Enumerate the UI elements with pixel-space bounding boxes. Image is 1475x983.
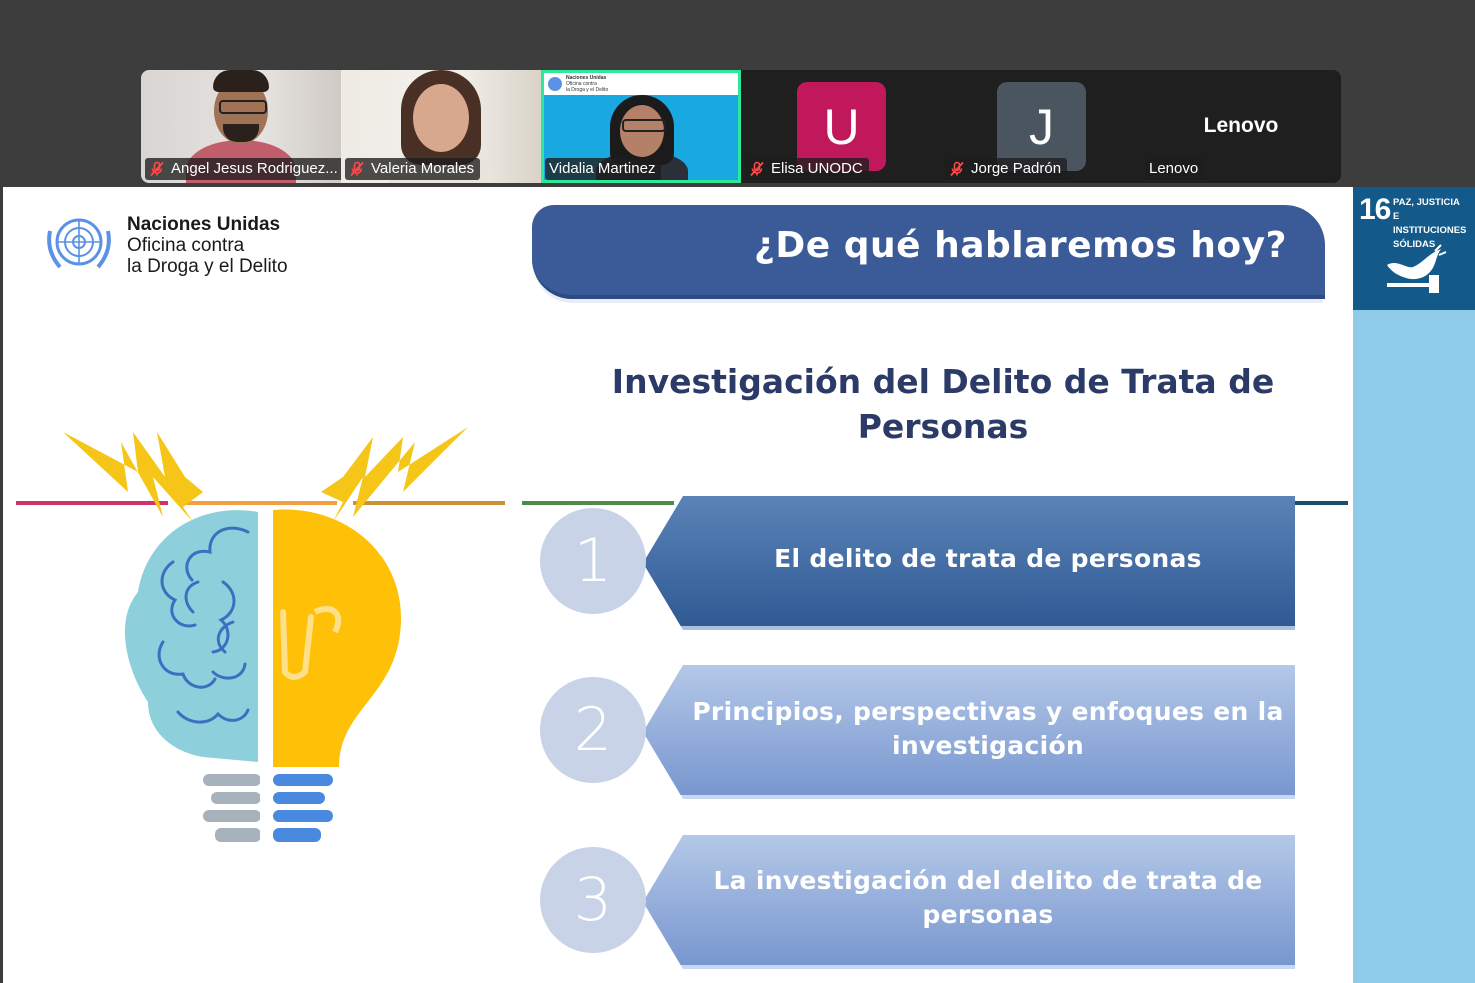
agenda-item-line: El delito de trata de personas (774, 544, 1202, 573)
slide-subtitle-line: Investigación del Delito de Trata de (611, 362, 1275, 401)
muted-mic-icon (150, 161, 164, 177)
muted-mic-icon (350, 161, 364, 177)
muted-mic-icon (950, 161, 964, 177)
participant-strip: Angel Jesus Rodriguez... Valeria Morales… (141, 70, 1341, 183)
header-bar: ¿De qué hablaremos hoy? (532, 205, 1325, 299)
agenda-number-badge: 1 (540, 508, 646, 614)
agenda-number: 1 (573, 526, 613, 596)
participant-name: Elisa UNODC (771, 160, 863, 177)
participant-name-tag: Vidalia Martinez (545, 158, 662, 180)
un-emblem-icon (548, 77, 562, 91)
sdg-label-line: PAZ, JUSTICIA (1393, 197, 1460, 208)
participant-tile[interactable]: Lenovo Lenovo (1141, 70, 1341, 183)
agenda-item-line: Principios, perspectivas y enfoques en l… (692, 697, 1284, 726)
participant-name: Valeria Morales (371, 160, 475, 177)
sdg-sidebar: 16 PAZ, JUSTICIA E INSTITUCIONES SÓLIDAS (1353, 187, 1475, 983)
participant-tile[interactable]: U Elisa UNODC (741, 70, 941, 183)
muted-mic-icon (750, 161, 764, 177)
participant-name: Lenovo (1149, 160, 1199, 177)
agenda-number-badge: 2 (540, 677, 646, 783)
participant-name: Angel Jesus Rodriguez... (171, 160, 338, 177)
logo-line-office: Oficina contra (127, 235, 245, 256)
logo-line-org: Naciones Unidas (127, 214, 281, 235)
avatar-initial: U (823, 98, 860, 155)
color-band (522, 501, 674, 505)
agenda-item-text: El delito de trata de personas (683, 542, 1293, 576)
participant-display-name: Lenovo (1203, 114, 1279, 137)
agenda-item-text: Principios, perspectivas y enfoques en l… (683, 695, 1293, 763)
participant-tile-active[interactable]: Naciones Unidas Oficina contra la Droga … (541, 70, 741, 183)
avatar-initial: J (1029, 98, 1054, 155)
participant-tile[interactable]: J Jorge Padrón (941, 70, 1141, 183)
slide-subtitle: Investigación del Delito de Trata de Per… (563, 359, 1323, 449)
participant-name-tag: Jorge Padrón (945, 158, 1068, 180)
agenda-item-line: La investigación del delito de trata de (713, 866, 1263, 895)
participant-name-tag: Valeria Morales (345, 158, 481, 180)
participant-name: Jorge Padrón (971, 160, 1062, 177)
participant-name: Vidalia Martinez (549, 160, 656, 177)
participant-tile[interactable]: Angel Jesus Rodriguez... (141, 70, 341, 183)
dove-gavel-icon (1387, 244, 1447, 293)
participant-tile[interactable]: Valeria Morales (341, 70, 541, 183)
sdg-number: 16 (1359, 193, 1391, 226)
lightning-icon (63, 432, 203, 522)
logo-line-office: la Droga y el Delito (127, 256, 288, 277)
participant-name-tag: Elisa UNODC (745, 158, 869, 180)
sdg-16-tile: 16 PAZ, JUSTICIA E INSTITUCIONES SÓLIDAS (1353, 187, 1475, 310)
sdg-label-line: E INSTITUCIONES (1393, 211, 1467, 236)
agenda-item-line: investigación (891, 731, 1085, 760)
agenda-number: 3 (573, 865, 613, 935)
slide-header-title: ¿De qué hablaremos hoy? (754, 225, 1287, 266)
mini-logo-line: la Droga y el Delito (566, 87, 609, 93)
lightning-icon (321, 427, 468, 522)
agenda-item-line: personas (922, 900, 1054, 929)
participant-name-tag: Angel Jesus Rodriguez... (145, 158, 341, 180)
participant-name-tag: Lenovo (1145, 158, 1205, 180)
shared-slide: Naciones Unidas Oficina contra la Droga … (3, 187, 1353, 983)
agenda-number: 2 (573, 695, 613, 765)
agenda-item-text: La investigación del delito de trata de … (683, 864, 1293, 932)
agenda-number-badge: 3 (540, 847, 646, 953)
slide-subtitle-line: Personas (857, 407, 1029, 446)
brain-lightbulb-illustration (63, 427, 468, 852)
un-emblem-icon (47, 218, 111, 269)
